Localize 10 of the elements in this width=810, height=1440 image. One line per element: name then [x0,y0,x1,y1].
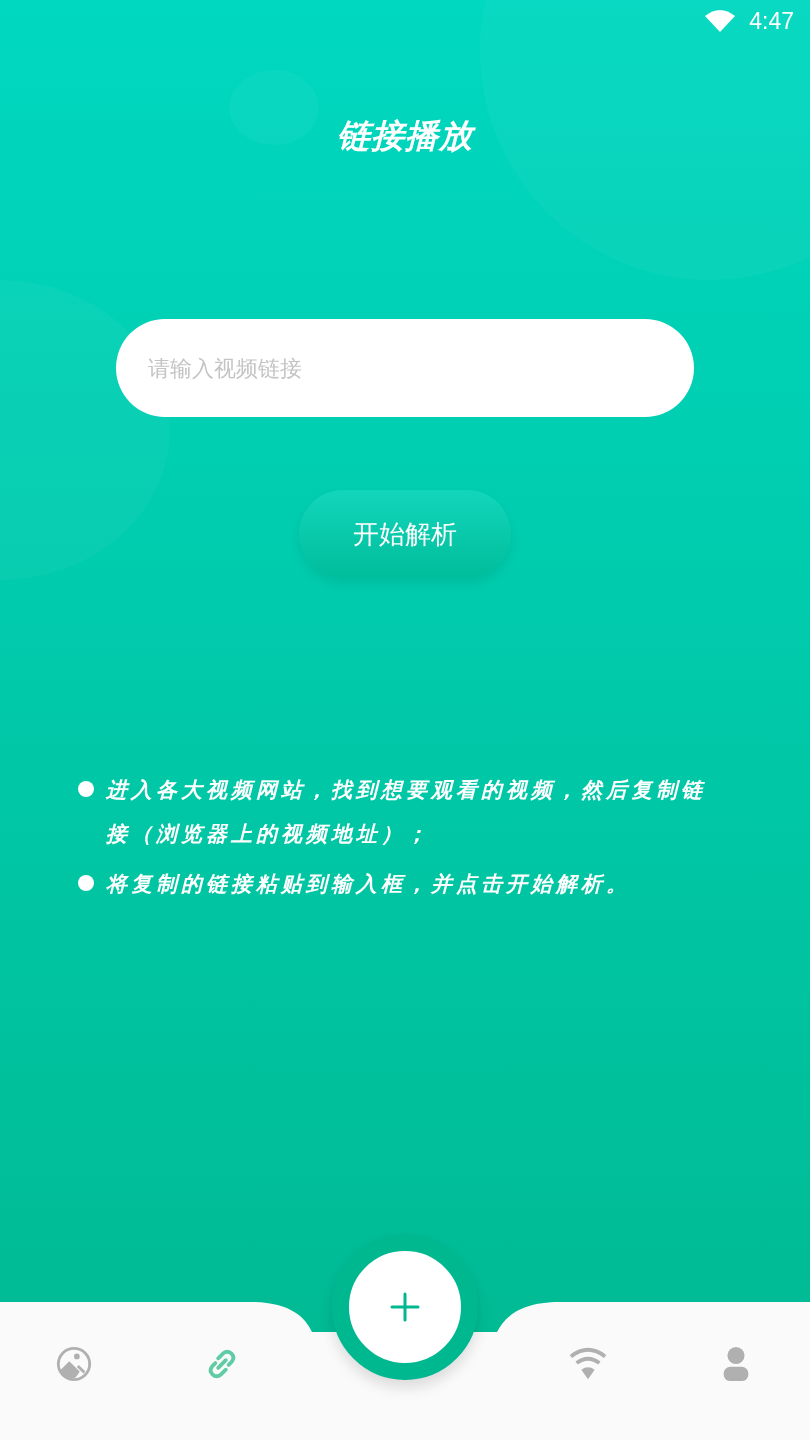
instruction-text: 进入各大视频网站，找到想要观看的视频，然后复制链接（浏览器上的视频地址）； [106,777,707,848]
plus-icon [390,1292,420,1322]
picture-icon[interactable] [55,1345,93,1383]
wifi-signal-icon [705,10,736,32]
bullet-dot-icon [78,875,94,891]
parse-button[interactable]: 开始解析 [299,490,511,578]
clock-time: 4:47 [749,7,794,35]
bullet-dot-icon [78,781,94,797]
link-input-field[interactable]: 请输入视频链接 [116,319,694,417]
instruction-text: 将复制的链接粘贴到输入框，并点击开始解析。 [106,871,631,898]
